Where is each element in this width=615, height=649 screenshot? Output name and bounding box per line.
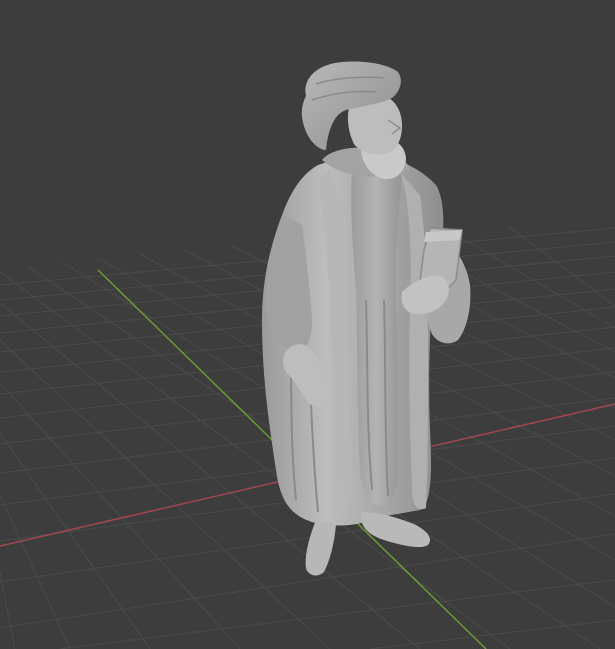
viewport-canvas[interactable]: [0, 0, 615, 649]
right-foot: [361, 512, 431, 548]
3d-viewport[interactable]: [0, 0, 615, 649]
statue-model[interactable]: [262, 61, 471, 576]
left-foot: [305, 520, 336, 576]
book-top: [424, 230, 462, 242]
